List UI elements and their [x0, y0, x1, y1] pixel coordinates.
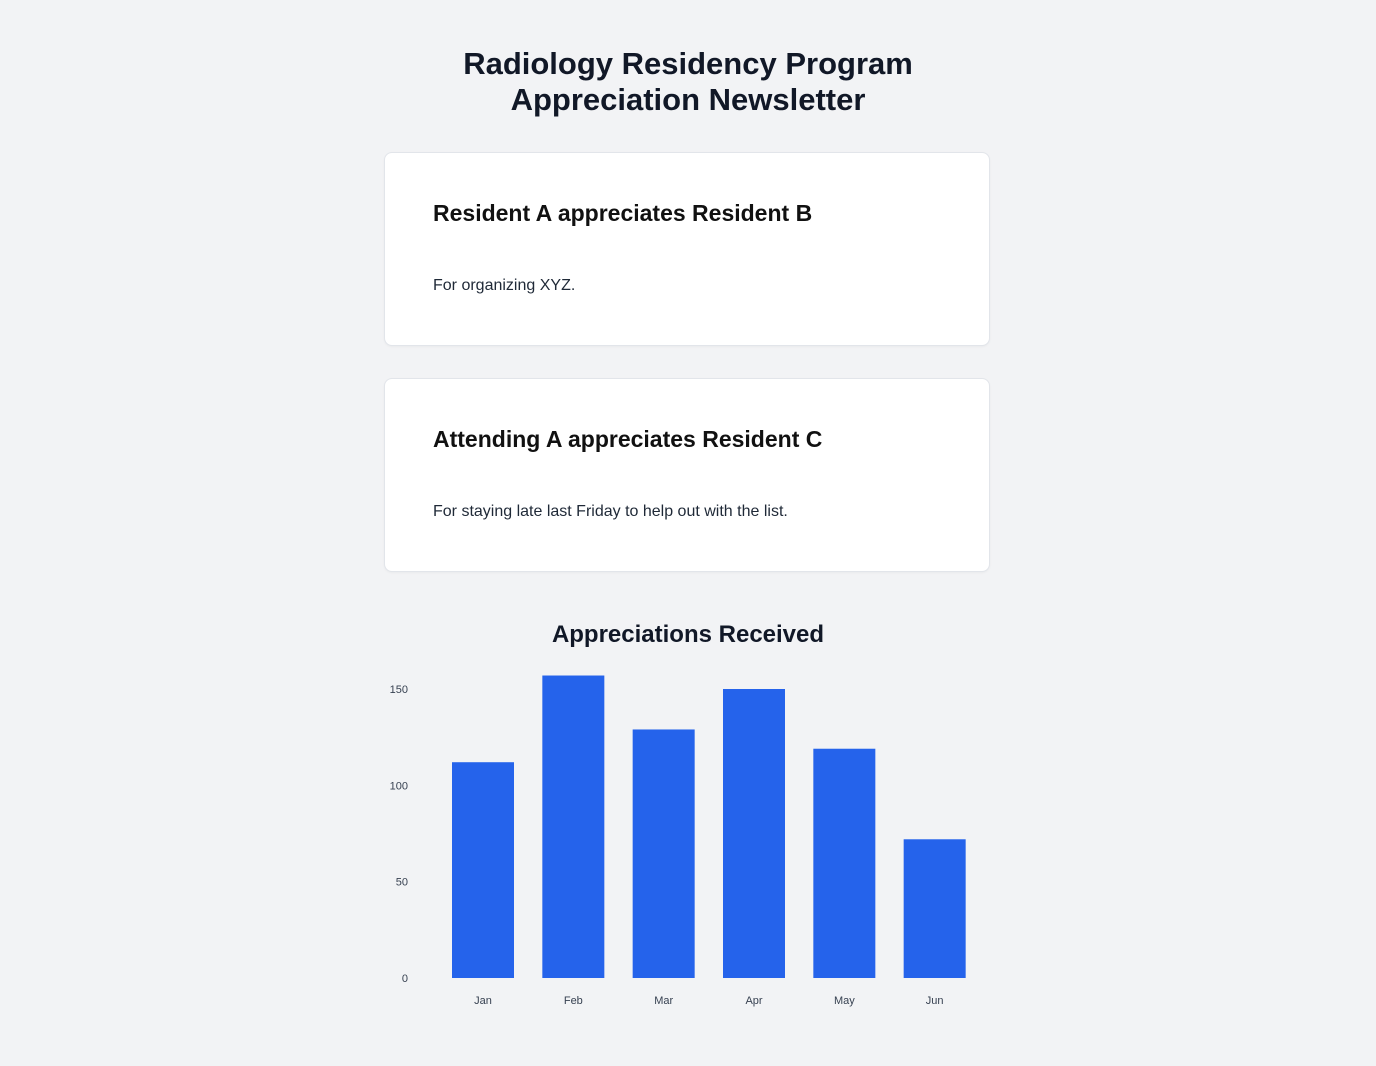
bar-feb	[542, 675, 605, 978]
appreciation-card: Resident A appreciates Resident B For or…	[384, 152, 990, 346]
x-tick-label: Jan	[474, 995, 492, 1007]
appreciations-bar-chart: 0 50 100 150 Jan Feb Mar Apr May Jun	[390, 675, 966, 1007]
page-title: Radiology Residency Program Appreciation…	[0, 46, 1376, 118]
bar-may	[813, 748, 876, 978]
x-tick-label: Mar	[654, 995, 673, 1007]
appreciation-message: For staying late last Friday to help out…	[433, 503, 788, 520]
page-title-line-2: Appreciation Newsletter	[510, 82, 866, 117]
x-tick-label: Feb	[564, 995, 583, 1007]
y-tick-label: 50	[396, 877, 408, 889]
x-tick-label: Apr	[745, 995, 762, 1007]
bar-jun	[903, 839, 966, 978]
x-tick-label: Jun	[926, 995, 944, 1007]
appreciation-message: For organizing XYZ.	[433, 277, 576, 294]
y-tick-label: 150	[390, 684, 408, 696]
appreciation-heading: Attending A appreciates Resident C	[433, 426, 823, 452]
y-tick-label: 0	[402, 973, 408, 985]
x-tick-label: May	[834, 995, 855, 1007]
chart-title: Appreciations Received	[551, 621, 825, 648]
bar-apr	[723, 689, 785, 978]
bar-jan	[452, 762, 514, 978]
y-tick-label: 100	[390, 780, 408, 792]
newsletter-page: Radiology Residency Program Appreciation…	[0, 0, 1376, 1066]
appreciation-heading: Resident A appreciates Resident B	[433, 200, 813, 226]
appreciation-card: Attending A appreciates Resident C For s…	[384, 378, 990, 572]
bar-mar	[632, 729, 695, 978]
page-title-line-1: Radiology Residency Program	[463, 46, 913, 81]
